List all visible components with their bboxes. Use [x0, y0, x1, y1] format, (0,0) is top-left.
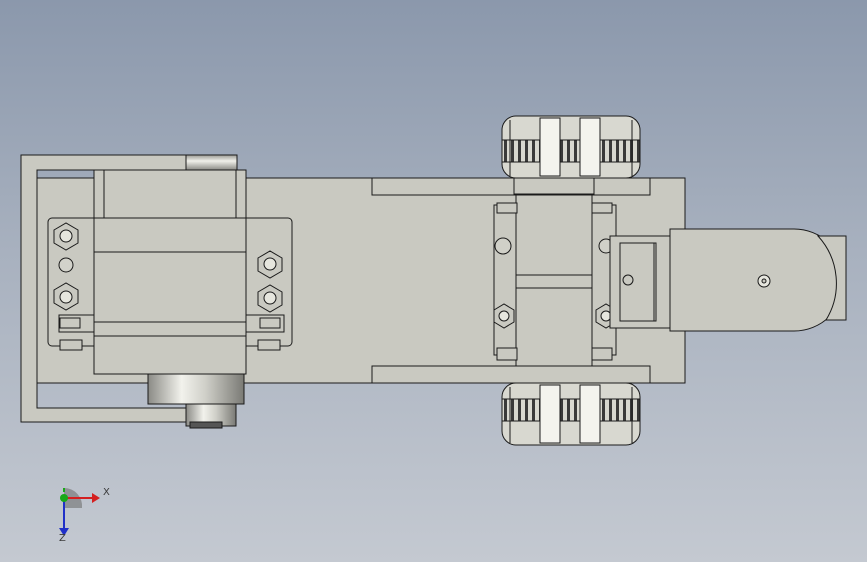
- front-axle-brackets: [493, 194, 617, 367]
- servo-motor: [93, 169, 247, 375]
- robot-car-model[interactable]: [0, 0, 867, 562]
- coordinate-triad: X Z: [40, 478, 120, 548]
- front-wheel-bottom: [501, 382, 641, 446]
- cad-viewport[interactable]: X Z: [0, 0, 867, 562]
- axis-z-label: Z: [59, 533, 66, 544]
- caster-mount: [609, 228, 847, 332]
- servo-horn-top: [185, 154, 238, 171]
- axis-x-label: X: [103, 487, 110, 498]
